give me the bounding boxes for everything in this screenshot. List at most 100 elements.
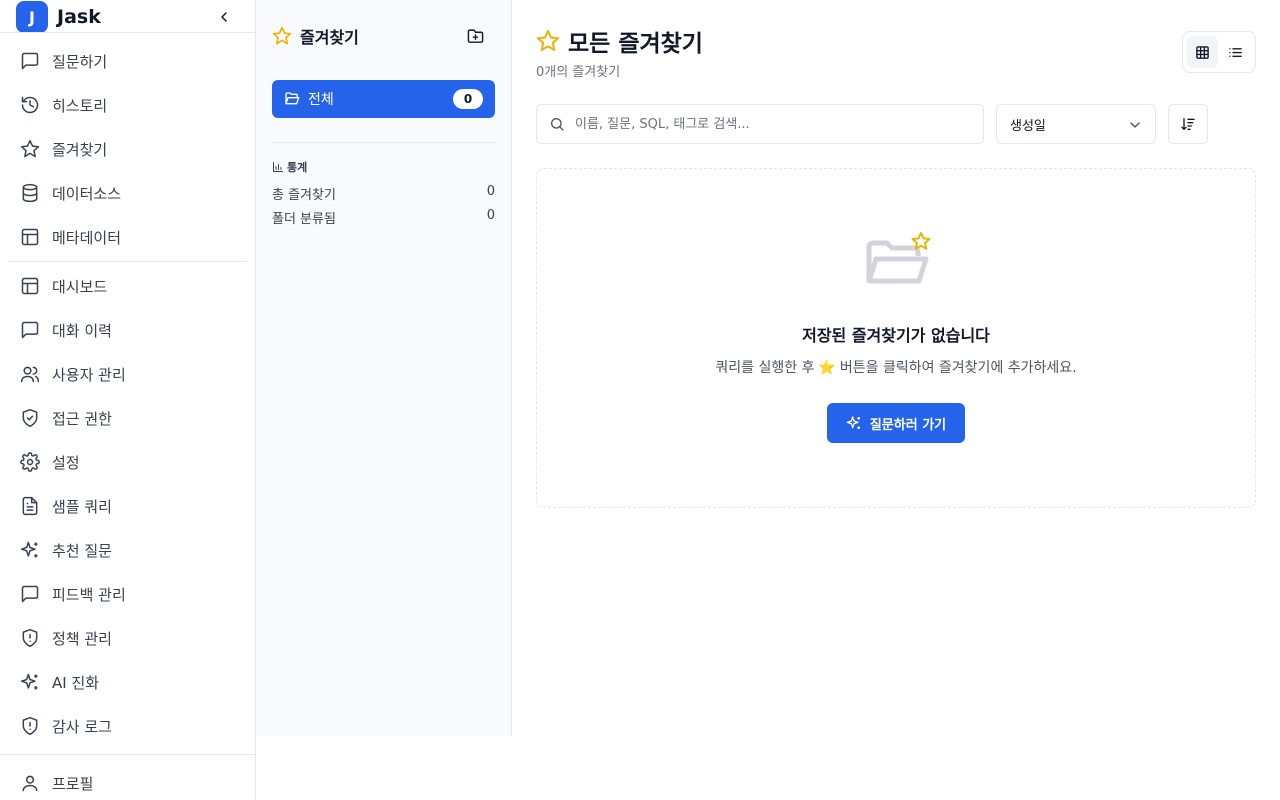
sidebar-item-conversations[interactable]: 대화 이력	[8, 308, 248, 352]
sidebar-item-label: 정책 관리	[52, 629, 112, 648]
sidebar-item-label: 데이터소스	[52, 184, 122, 203]
sidebar-item-label: 즐겨찾기	[52, 140, 108, 159]
star-emoji-icon: ⭐	[818, 360, 836, 376]
sidebar-item-label: 대화 이력	[52, 321, 112, 340]
message-icon	[21, 52, 39, 70]
page-title: 모든 즐겨찾기	[536, 24, 703, 58]
chevron-left-icon	[221, 12, 227, 22]
sidebar-item-policy[interactable]: 정책 관리	[8, 616, 248, 660]
nav-admin: 대시보드 대화 이력 사용자 관리 접근 권한 설정 샘플 쿼리 추천 질문 피…	[8, 264, 248, 748]
folder-item-all[interactable]: 전체 0	[272, 80, 495, 118]
folder-panel-header: 즐겨찾기	[272, 24, 495, 48]
sidebar-item-recommended[interactable]: 추천 질문	[8, 528, 248, 572]
sidebar: J Jask 질문하기 히스토리 즐겨찾기 데이터소스 메타데이터 대시보드 대…	[0, 0, 256, 800]
sidebar-item-favorites[interactable]: 즐겨찾기	[8, 127, 248, 171]
sidebar-divider	[0, 754, 256, 755]
empty-desc-before: 쿼리를 실행한 후	[715, 360, 815, 376]
sparkles-icon	[20, 541, 38, 558]
stat-value: 0	[486, 184, 495, 199]
file-text-icon	[22, 496, 38, 516]
star-icon	[272, 26, 292, 45]
database-icon	[22, 183, 38, 203]
brand[interactable]: J Jask	[16, 1, 101, 33]
folder-open-icon	[285, 92, 300, 105]
stat-label: 총 즐겨찾기	[272, 188, 336, 203]
sidebar-item-feedback[interactable]: 피드백 관리	[8, 572, 248, 616]
stat-row-foldered: 폴더 분류됨 0	[272, 208, 495, 227]
search-box	[536, 104, 984, 144]
empty-state-description: 쿼리를 실행한 후 ⭐ 버튼을 클릭하여 즐겨찾기에 추가하세요.	[537, 357, 1255, 377]
collapse-sidebar-button[interactable]	[212, 5, 236, 29]
sidebar-item-sample-queries[interactable]: 샘플 쿼리	[8, 484, 248, 528]
stat-row-total: 총 즐겨찾기 0	[272, 184, 495, 203]
gear-icon	[20, 452, 40, 472]
page-title-text: 모든 즐겨찾기	[568, 31, 703, 57]
star-icon	[20, 139, 40, 158]
sidebar-item-label: AI 진화	[52, 673, 100, 692]
sort-select[interactable]: 생성일	[996, 104, 1156, 144]
sidebar-item-label: 설정	[52, 453, 80, 472]
view-toggle	[1182, 31, 1256, 73]
folder-panel-title: 즐겨찾기	[300, 28, 359, 47]
folder-count-badge: 0	[453, 89, 483, 109]
layout-icon	[21, 277, 39, 295]
grid-icon	[1196, 45, 1209, 59]
sidebar-item-ask[interactable]: 질문하기	[8, 39, 248, 83]
sidebar-item-dashboard[interactable]: 대시보드	[8, 264, 248, 308]
sparkles-icon	[846, 416, 860, 429]
list-icon	[1229, 47, 1242, 57]
brand-logo: J	[16, 1, 48, 33]
sidebar-item-label: 프로필	[52, 774, 94, 793]
sidebar-item-metadata[interactable]: 메타데이터	[8, 215, 248, 259]
history-icon	[21, 96, 39, 114]
sidebar-item-label: 메타데이터	[52, 228, 122, 247]
layout-icon	[21, 228, 39, 246]
star-icon	[537, 30, 559, 51]
empty-state-title: 저장된 즐겨찾기가 없습니다	[802, 326, 990, 345]
sort-direction-button[interactable]	[1168, 104, 1208, 144]
folder-item-label: 전체	[308, 92, 334, 108]
sidebar-item-label: 대시보드	[52, 277, 108, 296]
search-icon	[551, 118, 564, 131]
sidebar-item-audit-log[interactable]: 감사 로그	[8, 704, 248, 748]
sidebar-item-label: 감사 로그	[52, 717, 112, 736]
sidebar-item-settings[interactable]: 설정	[8, 440, 248, 484]
search-input[interactable]	[575, 116, 965, 132]
brand-name: Jask	[57, 6, 101, 28]
shield-alert-icon	[22, 716, 38, 736]
sidebar-item-label: 추천 질문	[52, 541, 112, 560]
sidebar-item-datasource[interactable]: 데이터소스	[8, 171, 248, 215]
sidebar-item-history[interactable]: 히스토리	[8, 83, 248, 127]
app-root: J Jask 질문하기 히스토리 즐겨찾기 데이터소스 메타데이터 대시보드 대…	[0, 0, 1280, 800]
page-subtitle: 0개의 즐겨찾기	[536, 65, 621, 80]
grid-view-button[interactable]	[1187, 36, 1218, 68]
sidebar-item-label: 사용자 관리	[52, 365, 126, 384]
users-icon	[20, 366, 40, 383]
sidebar-divider	[8, 261, 247, 262]
folder-panel: 즐겨찾기 전체 0 통계 총 즐겨찾기 0 폴더 분류됨 0	[256, 0, 512, 736]
sidebar-item-ai-evolution[interactable]: AI 진화	[8, 660, 248, 704]
sparkles-icon	[20, 673, 38, 690]
folder-panel-divider	[272, 142, 495, 143]
sidebar-item-label: 접근 권한	[52, 409, 112, 428]
sidebar-item-label: 히스토리	[52, 96, 108, 115]
user-icon	[22, 775, 38, 792]
empty-desc-after: 버튼을 클릭하여 즐겨찾기에 추가하세요.	[839, 360, 1077, 376]
go-ask-button[interactable]: 질문하러 가기	[827, 403, 965, 443]
sidebar-item-access[interactable]: 접근 권한	[8, 396, 248, 440]
shield-check-icon	[22, 408, 38, 428]
sidebar-item-label: 질문하기	[52, 52, 108, 71]
stat-value: 0	[486, 208, 495, 223]
bar-chart-icon	[273, 162, 283, 172]
sidebar-item-profile[interactable]: 프로필	[8, 761, 248, 800]
sidebar-item-label: 피드백 관리	[52, 585, 126, 604]
nav-primary: 질문하기 히스토리 즐겨찾기 데이터소스 메타데이터	[8, 39, 248, 259]
sort-select-value: 생성일	[1010, 118, 1046, 134]
sidebar-item-users[interactable]: 사용자 관리	[8, 352, 248, 396]
shield-alert-icon	[22, 628, 38, 648]
list-view-button[interactable]	[1220, 36, 1251, 68]
message-icon	[21, 585, 39, 603]
sidebar-item-label: 샘플 쿼리	[52, 497, 112, 516]
new-folder-button[interactable]	[463, 24, 487, 48]
stats-title: 통계	[287, 161, 308, 174]
